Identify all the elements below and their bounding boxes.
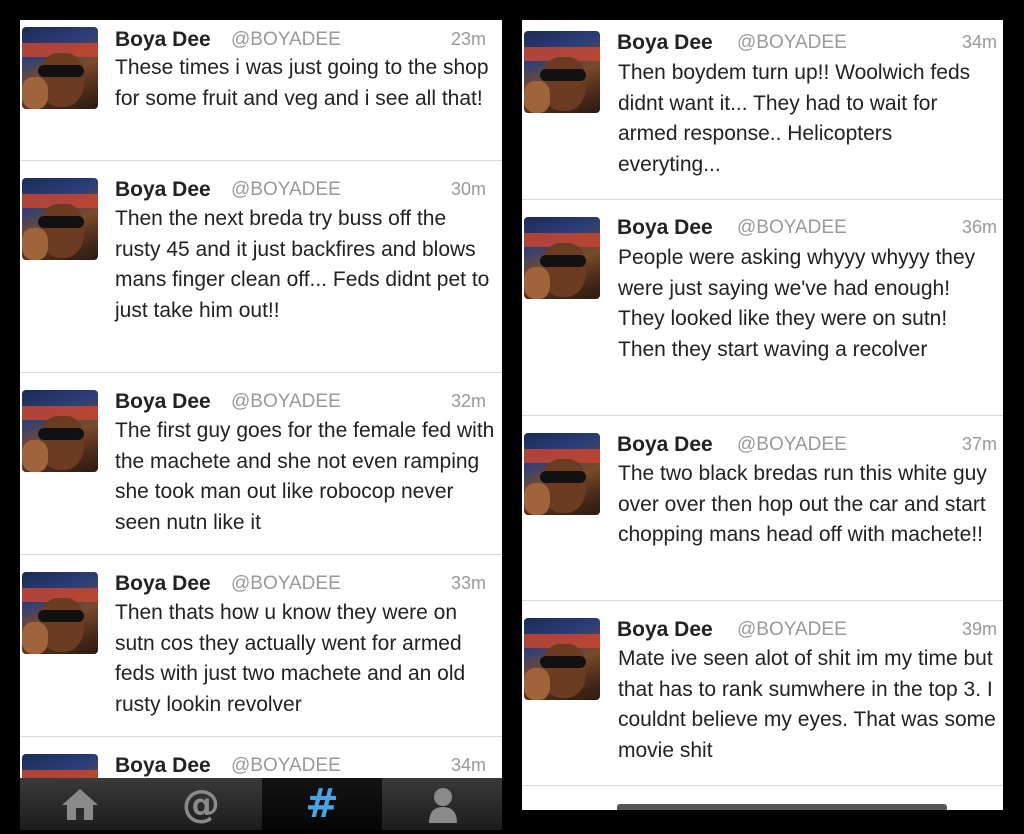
tweet-item-cutoff	[522, 802, 1003, 810]
avatar[interactable]	[524, 618, 600, 700]
avatar[interactable]	[524, 217, 600, 299]
tweet-timestamp: 33m	[450, 573, 486, 593]
tweet-timestamp: 37m	[961, 434, 997, 454]
avatar[interactable]	[22, 27, 98, 109]
tweet-timestamp: 39m	[961, 619, 997, 639]
tweet-timestamp: 32m	[450, 391, 486, 411]
tweet-author-name[interactable]: Boya Dee	[115, 572, 211, 596]
tweet-timestamp: 36m	[961, 217, 997, 237]
tab-home[interactable]	[20, 778, 140, 830]
tweet-author-name[interactable]: Boya Dee	[617, 433, 713, 457]
home-icon	[62, 789, 98, 820]
tweet-item[interactable]: Boya Dee @BOYADEE 39m Mate ive seen alot…	[522, 601, 1003, 786]
right-timeline-screenshot: Boya Dee @BOYADEE 34m Then boydem turn u…	[522, 20, 1003, 810]
tweet-item[interactable]: Boya Dee @BOYADEE 36m People were asking…	[522, 200, 1003, 416]
tweet-author-name[interactable]: Boya Dee	[617, 216, 713, 240]
tweet-text: The two black bredas run this white guy …	[618, 462, 987, 546]
tweet-author-handle[interactable]: @BOYADEE	[231, 755, 341, 777]
tweet-item[interactable]: Boya Dee @BOYADEE 34m Then boydem turn u…	[522, 20, 1003, 200]
avatar[interactable]	[524, 31, 600, 113]
avatar[interactable]	[22, 390, 98, 472]
tab-discover[interactable]: #	[262, 778, 382, 830]
avatar[interactable]	[22, 572, 98, 654]
tweet-author-name[interactable]: Boya Dee	[115, 754, 211, 778]
tweet-author-handle[interactable]: @BOYADEE	[231, 29, 341, 51]
tweet-timestamp: 23m	[450, 29, 486, 49]
tweet-text: Then thats how u know they were on sutn …	[115, 601, 466, 716]
tweet-author-handle[interactable]: @BOYADEE	[737, 434, 847, 456]
tweet-item[interactable]: Boya Dee @BOYADEE 37m The two black bred…	[522, 416, 1003, 601]
tweet-author-handle[interactable]: @BOYADEE	[231, 179, 341, 201]
tweet-timestamp: 30m	[450, 179, 486, 199]
avatar[interactable]	[22, 178, 98, 260]
tweet-author-name[interactable]: Boya Dee	[617, 618, 713, 642]
tweet-author-name[interactable]: Boya Dee	[115, 28, 211, 52]
discover-hashtag-icon: #	[305, 781, 339, 827]
tweet-item[interactable]: Boya Dee @BOYADEE 30m Then the next bred…	[20, 161, 502, 373]
profile-icon	[429, 788, 457, 823]
tweet-text: Mate ive seen alot of shit im my time bu…	[618, 647, 996, 762]
tweet-author-name[interactable]: Boya Dee	[115, 178, 211, 202]
left-timeline-screenshot: Boya Dee @BOYADEE 23m These times i was …	[20, 20, 502, 830]
tweet-text: Then boydem turn up!! Woolwich feds didn…	[618, 61, 971, 176]
mentions-icon: @	[182, 782, 220, 826]
tweet-text: People were asking whyyy whyyy they were…	[618, 246, 976, 361]
cutoff-tweet-header	[617, 804, 947, 810]
tweet-author-name[interactable]: Boya Dee	[115, 390, 211, 414]
tweet-item[interactable]: Boya Dee @BOYADEE 23m These times i was …	[20, 20, 502, 161]
tweet-author-handle[interactable]: @BOYADEE	[737, 32, 847, 54]
tweet-item[interactable]: Boya Dee @BOYADEE 32m The first guy goes…	[20, 373, 502, 555]
avatar[interactable]	[524, 433, 600, 515]
tweet-text: Then the next breda try buss off the rus…	[115, 207, 490, 322]
tweet-timestamp: 34m	[450, 755, 486, 775]
tweet-text: The first guy goes for the female fed wi…	[115, 419, 495, 534]
tweet-author-handle[interactable]: @BOYADEE	[737, 217, 847, 239]
tab-profile[interactable]	[383, 778, 502, 830]
tweet-author-handle[interactable]: @BOYADEE	[231, 391, 341, 413]
tweet-author-handle[interactable]: @BOYADEE	[231, 573, 341, 595]
tab-bar: @ #	[20, 778, 502, 830]
tweet-author-name[interactable]: Boya Dee	[617, 31, 713, 55]
tweet-timestamp: 34m	[961, 32, 997, 52]
tweet-text: These times i was just going to the shop…	[115, 56, 489, 110]
tweet-author-handle[interactable]: @BOYADEE	[737, 619, 847, 641]
tweet-item[interactable]: Boya Dee @BOYADEE 33m Then thats how u k…	[20, 555, 502, 737]
tab-mentions[interactable]: @	[141, 778, 261, 830]
